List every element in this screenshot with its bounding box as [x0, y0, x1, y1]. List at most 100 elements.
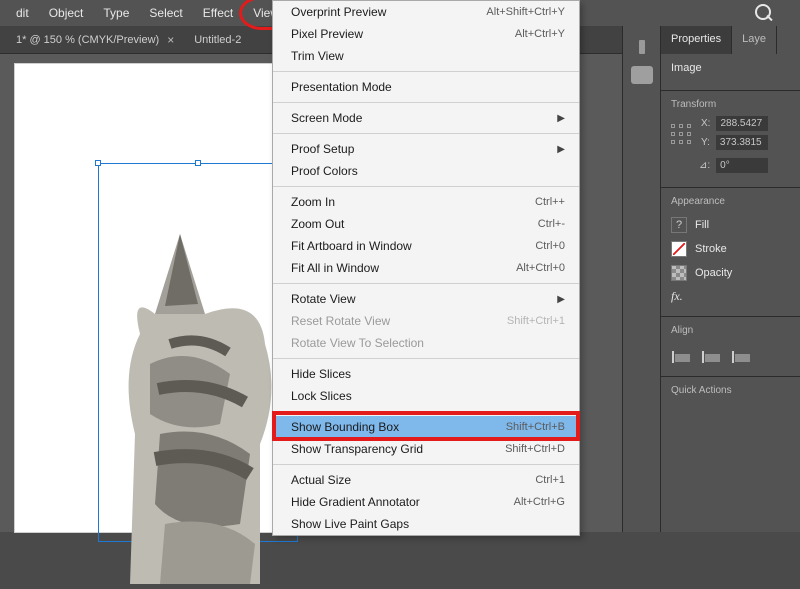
stroke-label: Stroke — [695, 243, 727, 255]
menu-separator — [273, 411, 579, 412]
angle-value-field[interactable]: 0° — [716, 158, 768, 173]
close-icon[interactable]: × — [167, 33, 174, 47]
angle-label: ⊿: — [699, 160, 710, 171]
menu-item-shortcut: Ctrl+1 — [535, 474, 565, 486]
tab-properties[interactable]: Properties — [661, 26, 732, 54]
section-transform: Transform X: 288.5427 Y: 373.3815 ⊿: 0° — [661, 91, 800, 188]
menu-item-shortcut: Alt+Shift+Ctrl+Y — [486, 6, 565, 18]
menu-item-label: Show Transparency Grid — [291, 442, 423, 456]
y-value-field[interactable]: 373.3815 — [716, 135, 768, 150]
menu-type[interactable]: Type — [93, 2, 139, 24]
reference-point-widget[interactable] — [671, 124, 693, 146]
align-center-h-icon[interactable] — [701, 348, 723, 366]
transform-heading: Transform — [671, 99, 790, 110]
document-tab-2-label: Untitled-2 — [194, 34, 241, 46]
menu-separator — [273, 358, 579, 359]
menu-item-shortcut: Ctrl++ — [535, 196, 565, 208]
menu-item-label: Hide Gradient Annotator — [291, 495, 420, 509]
document-tab-1-label: 1* @ 150 % (CMYK/Preview) — [16, 34, 159, 46]
menu-separator — [273, 186, 579, 187]
panel-tabs: Properties Laye — [661, 26, 800, 54]
resize-handle-nw[interactable] — [95, 160, 101, 166]
panel-grip-icon[interactable] — [639, 40, 645, 54]
menu-item-label: Zoom In — [291, 195, 335, 209]
menu-item-shortcut: Alt+Ctrl+G — [514, 496, 565, 508]
align-heading: Align — [671, 325, 790, 336]
selection-type-label: Image — [671, 62, 790, 74]
menu-item-proof-setup[interactable]: Proof Setup▶ — [273, 138, 579, 160]
menu-item-hide-gradient-annotator[interactable]: Hide Gradient Annotator Alt+Ctrl+G — [273, 491, 579, 513]
menu-edit[interactable]: dit — [6, 2, 39, 24]
fill-swatch[interactable] — [671, 217, 687, 233]
menu-separator — [273, 71, 579, 72]
x-label: X: — [701, 118, 710, 129]
menu-select[interactable]: Select — [139, 2, 192, 24]
align-right-icon[interactable] — [731, 348, 753, 366]
appearance-heading: Appearance — [671, 196, 790, 207]
menu-item-label: Pixel Preview — [291, 27, 363, 41]
menu-separator — [273, 102, 579, 103]
menu-item-shortcut: Ctrl+0 — [535, 240, 565, 252]
menu-item-zoom-out[interactable]: Zoom OutCtrl+- — [273, 213, 579, 235]
menu-item-label: Show Bounding Box — [291, 420, 399, 434]
chevron-right-icon: ▶ — [557, 294, 565, 305]
menu-item-trim-view[interactable]: Trim View — [273, 45, 579, 67]
right-panel: Properties Laye Image Transform X: 288.54… — [660, 26, 800, 532]
menu-item-label: Reset Rotate View — [291, 314, 390, 328]
menu-item-label: Trim View — [291, 49, 344, 63]
menu-item-label: Lock Slices — [291, 389, 352, 403]
opacity-swatch[interactable] — [671, 265, 687, 281]
search-icon[interactable] — [754, 3, 774, 23]
menu-item-shortcut: Ctrl+- — [538, 218, 565, 230]
fill-label: Fill — [695, 219, 709, 231]
collapsed-panel-strip — [622, 26, 660, 532]
menu-item-overprint-preview[interactable]: Overprint Preview Alt+Shift+Ctrl+Y — [273, 1, 579, 23]
menu-item-show-bounding-box[interactable]: Show Bounding BoxShift+Ctrl+B — [273, 416, 579, 438]
menu-item-label: Overprint Preview — [291, 5, 386, 19]
menu-item-label: Presentation Mode — [291, 80, 392, 94]
view-menu-dropdown: Overprint Preview Alt+Shift+Ctrl+Y Pixel P… — [272, 0, 580, 536]
menu-item-shortcut: Shift+Ctrl+D — [505, 443, 565, 455]
x-value-field[interactable]: 288.5427 — [716, 116, 768, 131]
menu-separator — [273, 283, 579, 284]
section-align: Align — [661, 317, 800, 377]
menu-item-hide-slices[interactable]: Hide Slices — [273, 363, 579, 385]
menu-item-presentation-mode[interactable]: Presentation Mode — [273, 76, 579, 98]
menu-item-fit-artboard-in-window[interactable]: Fit Artboard in Window Ctrl+0 — [273, 235, 579, 257]
align-left-icon[interactable] — [671, 348, 693, 366]
section-selection-type: Image — [661, 54, 800, 91]
menu-item-rotate-view[interactable]: Rotate View▶ — [273, 288, 579, 310]
menu-object[interactable]: Object — [39, 2, 94, 24]
menu-item-rotate-view-to-selection: Rotate View To Selection — [273, 332, 579, 354]
document-tab-2[interactable]: Untitled-2 — [184, 28, 251, 52]
menu-item-shortcut: Alt+Ctrl+Y — [515, 28, 565, 40]
menu-item-shortcut: Shift+Ctrl+1 — [507, 315, 565, 327]
section-appearance: Appearance Fill Stroke Opacity fx. — [661, 188, 800, 317]
menu-item-label: Hide Slices — [291, 367, 351, 381]
menu-item-proof-colors[interactable]: Proof Colors — [273, 160, 579, 182]
menu-item-label: Fit Artboard in Window — [291, 239, 412, 253]
menu-item-label: Proof Colors — [291, 164, 358, 178]
menu-effect[interactable]: Effect — [193, 2, 243, 24]
stroke-swatch[interactable] — [671, 241, 687, 257]
menu-item-lock-slices[interactable]: Lock Slices — [273, 385, 579, 407]
menu-item-label: Screen Mode — [291, 111, 362, 125]
menu-item-label: Actual Size — [291, 473, 351, 487]
menu-item-zoom-in[interactable]: Zoom In Ctrl++ — [273, 191, 579, 213]
menu-item-pixel-preview[interactable]: Pixel Preview Alt+Ctrl+Y — [273, 23, 579, 45]
document-tab-1[interactable]: 1* @ 150 % (CMYK/Preview) × — [6, 27, 184, 53]
tab-layers[interactable]: Laye — [732, 26, 777, 54]
y-label: Y: — [701, 137, 710, 148]
menu-item-show-transparency-grid[interactable]: Show Transparency Grid Shift+Ctrl+D — [273, 438, 579, 460]
menu-separator — [273, 464, 579, 465]
comments-icon[interactable] — [631, 66, 653, 84]
menu-item-fit-all-in-window[interactable]: Fit All in WindowAlt+Ctrl+0 — [273, 257, 579, 279]
menu-item-screen-mode[interactable]: Screen Mode ▶ — [273, 107, 579, 129]
section-quick-actions: Quick Actions — [661, 377, 800, 412]
fx-button[interactable]: fx. — [671, 285, 790, 306]
menu-item-reset-rotate-view: Reset Rotate View Shift+Ctrl+1 — [273, 310, 579, 332]
chevron-right-icon: ▶ — [557, 113, 565, 124]
menu-item-label: Proof Setup — [291, 142, 354, 156]
resize-handle-n[interactable] — [195, 160, 201, 166]
menu-item-actual-size[interactable]: Actual Size Ctrl+1 — [273, 469, 579, 491]
